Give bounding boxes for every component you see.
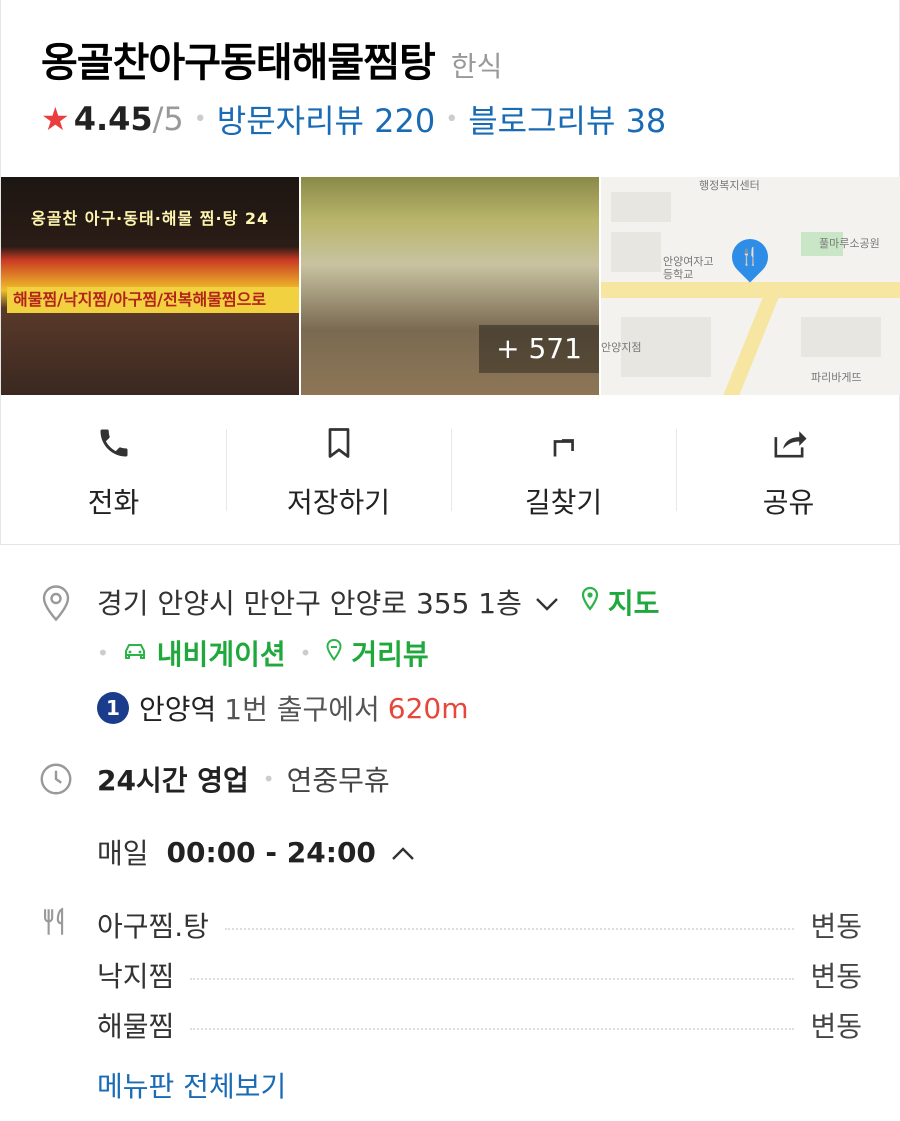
separator-dot: • (445, 106, 459, 132)
map-link[interactable]: 지도 (608, 582, 660, 622)
phone-icon (94, 423, 134, 463)
menu-leader-dots (190, 1028, 795, 1030)
star-icon: ★ (41, 100, 70, 138)
menu-item-price: 변동 (810, 910, 862, 943)
share-button[interactable]: 공유 (676, 415, 900, 525)
menu-item-name: 해물찜 (97, 1010, 175, 1043)
hours-day: 매일 (97, 837, 149, 870)
map-label: 안양지점 (601, 341, 642, 354)
streetview-link[interactable]: 거리뷰 (351, 633, 428, 673)
navigation-link[interactable]: 내비게이션 (157, 633, 286, 673)
directions-icon (544, 423, 584, 463)
rating-max: /5 (152, 100, 184, 138)
call-label: 전화 (87, 486, 140, 519)
place-info: 경기 안양시 만안구 안양로 355 1층 지도 • 내비게이션 • 거리뷰 1… (0, 545, 900, 1121)
subway-line-badge: 1 (97, 692, 129, 724)
separator-dot: • (262, 767, 275, 791)
station-distance: 620m (387, 691, 469, 725)
storefront-sign-text: 옹골찬 아구·동태·해물 찜·탕 24 (31, 209, 270, 228)
call-button[interactable]: 전화 (1, 415, 226, 525)
bookmark-icon (319, 423, 359, 463)
separator-dot: • (97, 641, 109, 665)
hours-detail[interactable]: 매일 00:00 - 24:00 (97, 832, 416, 872)
menu-item-price: 변동 (810, 1010, 862, 1043)
separator-dot: • (193, 106, 207, 132)
station-name: 안양역 (139, 693, 217, 726)
map-thumbnail[interactable]: 행정복지센터 안양여자고등학교 풀마루소공원 안양지점 파리바게뜨 🍴 (601, 177, 900, 395)
map-label: 안양여자고등학교 (663, 255, 714, 281)
menu-item: 낙지찜 변동 (97, 955, 862, 995)
map-pin-icon (578, 585, 602, 620)
save-button[interactable]: 저장하기 (226, 415, 451, 525)
separator-dot: • (299, 641, 312, 665)
map-road (601, 282, 900, 298)
share-icon (769, 423, 809, 463)
map-block (611, 192, 671, 222)
save-label: 저장하기 (286, 486, 391, 519)
map-block (801, 317, 881, 357)
hours-time: 00:00 - 24:00 (166, 835, 376, 869)
photo-strip: 옹골찬 아구·동태·해물 찜·탕 24 해물찜/낙지찜/아구찜/전복해물찜으로 … (1, 177, 900, 395)
navigation-links: • 내비게이션 • 거리뷰 (97, 633, 429, 673)
menu-leader-dots (190, 978, 795, 980)
hours-status: 24시간 영업 (97, 764, 249, 797)
view-full-menu-link[interactable]: 메뉴판 전체보기 (97, 1065, 286, 1105)
chevron-up-icon[interactable] (390, 836, 416, 869)
blog-reviews-link[interactable]: 블로그리뷰 38 (468, 96, 666, 142)
directions-label: 길찾기 (524, 486, 603, 519)
menu-item: 아구찜.탕 변동 (97, 905, 862, 945)
menu-leader-dots (224, 928, 795, 930)
fork-knife-icon (38, 905, 74, 941)
visitor-reviews-link[interactable]: 방문자리뷰 220 (217, 96, 435, 142)
title-row: 옹골찬아구동태해물찜탕 한식 (41, 30, 502, 88)
car-icon (121, 637, 149, 670)
hours-note: 연중무휴 (286, 764, 390, 797)
menu-item-price: 변동 (810, 960, 862, 993)
address-line: 경기 안양시 만안구 안양로 355 1층 지도 (97, 582, 659, 622)
map-label: 행정복지센터 (699, 179, 760, 192)
hours-summary: 24시간 영업 • 연중무휴 (97, 759, 390, 799)
subway-info: 1 안양역 1번 출구에서 620m (97, 688, 469, 728)
map-label: 풀마루소공원 (819, 237, 880, 250)
map-label: 파리바게뜨 (811, 371, 862, 384)
interior-photo[interactable]: + 571 (301, 177, 599, 395)
menu-item-name: 낙지찜 (97, 960, 175, 993)
more-photos-count[interactable]: + 571 (479, 325, 599, 373)
storefront-banner-text: 해물찜/낙지찜/아구찜/전복해물찜으로 (7, 287, 299, 313)
restaurant-pin-icon: 🍴 (724, 231, 776, 283)
map-block (611, 232, 661, 272)
rating-score: 4.45 (73, 100, 153, 138)
location-pin-icon (38, 583, 74, 622)
action-bar: 전화 저장하기 길찾기 공유 (1, 415, 900, 525)
menu-item-name: 아구찜.탕 (97, 910, 209, 943)
share-label: 공유 (762, 486, 815, 519)
place-header: 옹골찬아구동태해물찜탕 한식 ★ 4.45 /5 • 방문자리뷰 220 • 블… (0, 0, 900, 545)
clock-icon (38, 761, 74, 797)
address-text[interactable]: 경기 안양시 만안구 안양로 355 1층 (97, 582, 522, 622)
station-exit: 1번 출구에서 (224, 693, 380, 726)
place-category: 한식 (450, 50, 503, 83)
storefront-photo[interactable]: 옹골찬 아구·동태·해물 찜·탕 24 해물찜/낙지찜/아구찜/전복해물찜으로 (1, 177, 299, 395)
directions-button[interactable]: 길찾기 (451, 415, 676, 525)
map-road (720, 282, 785, 395)
place-title: 옹골찬아구동태해물찜탕 (41, 40, 436, 86)
streetview-icon (323, 637, 345, 670)
chevron-down-icon[interactable] (534, 586, 560, 619)
menu-item: 해물찜 변동 (97, 1005, 862, 1045)
rating-row: ★ 4.45 /5 • 방문자리뷰 220 • 블로그리뷰 38 (41, 96, 666, 142)
